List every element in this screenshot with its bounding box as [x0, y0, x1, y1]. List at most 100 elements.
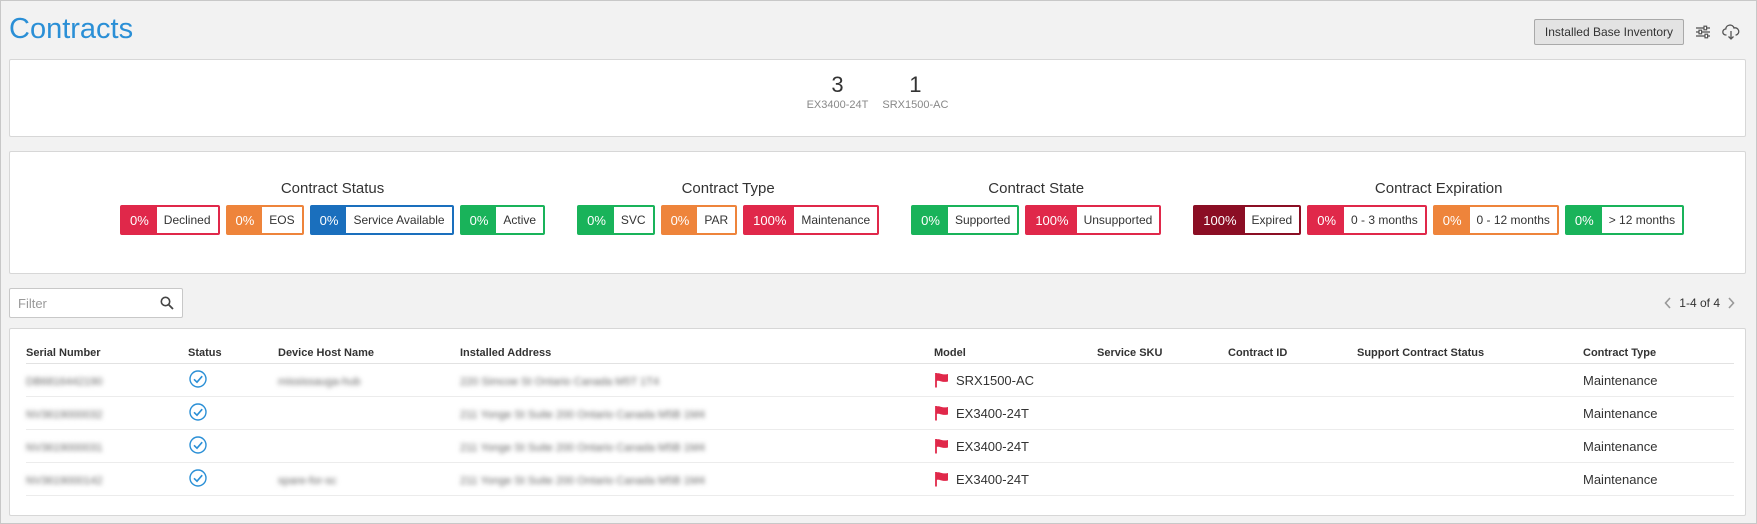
- chevron-left-icon[interactable]: [1663, 297, 1673, 309]
- support-contract-status-cell: [1357, 396, 1583, 430]
- status-filter-pill[interactable]: 0% Declined: [120, 205, 220, 235]
- address-cell: 211 Yonge St Suite 200 Ontario Canada M5…: [460, 396, 934, 430]
- device-host-name: mississauga-hub: [278, 375, 361, 388]
- status-group-title: Contract Expiration: [1374, 180, 1503, 197]
- status-group: Contract Type 0% SVC 0% PAR 100% Maintenance: [577, 180, 880, 235]
- address-cell: 220 Simcoe St Ontario Canada M5T 1T4: [460, 363, 934, 397]
- contract-id-cell: [1228, 462, 1357, 496]
- serial-cell: NV3619000142: [26, 462, 188, 496]
- pill-label: Service Available: [353, 213, 445, 227]
- pill-label: PAR: [704, 213, 729, 227]
- status-group: Contract State 0% Supported 100% Unsupported: [911, 180, 1162, 235]
- status-filter-pill[interactable]: 0% > 12 months: [1564, 205, 1685, 235]
- support-contract-status-cell: [1357, 429, 1583, 463]
- device-summary: 3 EX3400-24T 1 SRX1500-AC: [10, 72, 1745, 111]
- address-cell: 211 Yonge St Suite 200 Ontario Canada M5…: [460, 462, 934, 496]
- status-group-title: Contract Status: [280, 180, 385, 197]
- status-filter-pill[interactable]: 0% SVC: [577, 205, 655, 235]
- filter-input[interactable]: [10, 289, 166, 317]
- contract-id-cell: [1228, 429, 1357, 463]
- column-header[interactable]: Status: [188, 343, 278, 364]
- table-row[interactable]: NV3619000142 spare-for-sc 211 Yonge St Sui…: [26, 462, 1734, 496]
- status-filter-pill[interactable]: 100% Maintenance: [743, 205, 880, 235]
- column-header[interactable]: Model: [934, 343, 1097, 364]
- installed-address: 211 Yonge St Suite 200 Ontario Canada M5…: [460, 408, 706, 421]
- service-sku-cell: [1097, 396, 1228, 430]
- column-header[interactable]: Service SKU: [1097, 343, 1228, 364]
- installed-address: 211 Yonge St Suite 200 Ontario Canada M5…: [460, 441, 706, 454]
- column-header[interactable]: Contract ID: [1228, 343, 1357, 364]
- status-filter-pill[interactable]: 0% Active: [459, 205, 546, 235]
- status-group: Contract Status 0% Declined 0% EOS 0% Service …: [120, 180, 546, 235]
- pagination: 1-4 of 4: [1663, 296, 1736, 310]
- status-filter-pill[interactable]: 100% Expired: [1193, 205, 1302, 235]
- search-icon[interactable]: [160, 296, 174, 310]
- contract-type-cell: Maintenance: [1583, 429, 1734, 463]
- model-cell: SRX1500-AC: [934, 363, 1097, 397]
- status-filter-pill[interactable]: 0% Service Available: [309, 205, 454, 235]
- contracts-table-card: Serial Number Status Device Host Name Insta…: [9, 328, 1746, 516]
- serial-number: NV3619000031: [26, 441, 103, 454]
- status-pills: 0% SVC 0% PAR 100% Maintenance: [577, 205, 880, 235]
- pill-label: > 12 months: [1608, 213, 1676, 227]
- model-name: SRX1500-AC: [956, 372, 1035, 388]
- pill-label: SVC: [620, 213, 646, 227]
- serial-cell: DB6816442190: [26, 363, 188, 397]
- contract-id-cell: [1228, 396, 1357, 430]
- status-group: Contract Expiration 100% Expired 0% 0 - 3 mo…: [1193, 180, 1685, 235]
- service-sku-cell: [1097, 429, 1228, 463]
- status-filter-pill[interactable]: 0% 0 - 12 months: [1432, 205, 1559, 235]
- status-cell: [188, 429, 278, 463]
- host-cell: mississauga-hub: [278, 363, 460, 397]
- model: EX3400-24T: [934, 438, 1097, 454]
- column-header[interactable]: Installed Address: [460, 343, 934, 364]
- pill-percent: 0%: [579, 207, 614, 233]
- pill-percent: 100%: [1195, 207, 1245, 233]
- serial-number: NV3619000032: [26, 408, 103, 421]
- contract-type-cell: Maintenance: [1583, 462, 1734, 496]
- model: EX3400-24T: [934, 471, 1097, 487]
- device-host-name: spare-for-sc: [278, 474, 337, 487]
- column-header[interactable]: Device Host Name: [278, 343, 460, 364]
- status-filter-pill[interactable]: 100% Unsupported: [1025, 205, 1162, 235]
- column-header[interactable]: Contract Type: [1583, 343, 1734, 364]
- check-circle-icon: [188, 402, 208, 422]
- flag-icon: [934, 438, 950, 454]
- pagination-range: 1-4 of 4: [1679, 296, 1720, 310]
- status-cell: [188, 363, 278, 397]
- table-row[interactable]: NV3619000032 211 Yonge St Suite 200 Ontar…: [26, 396, 1734, 430]
- pill-percent: 0%: [227, 207, 263, 233]
- installed-base-inventory-button[interactable]: Installed Base Inventory: [1533, 19, 1684, 45]
- status-filter-pill[interactable]: 0% Supported: [911, 205, 1020, 235]
- chevron-right-icon[interactable]: [1726, 297, 1736, 309]
- pill-label: Expired: [1251, 213, 1293, 227]
- model: EX3400-24T: [934, 405, 1097, 421]
- summary-item-srx1500[interactable]: 1 SRX1500-AC: [882, 72, 948, 111]
- check-circle-icon: [188, 468, 208, 488]
- table-row[interactable]: NV3619000031 211 Yonge St Suite 200 Ontar…: [26, 429, 1734, 463]
- serial-number: DB6816442190: [26, 375, 103, 388]
- pill-label: Supported: [954, 213, 1011, 227]
- pill-percent: 0%: [122, 207, 157, 233]
- flag-icon: [934, 405, 950, 421]
- support-contract-status-cell: [1357, 462, 1583, 496]
- summary-item-ex3400[interactable]: 3 EX3400-24T: [807, 72, 869, 111]
- model-name: EX3400-24T: [956, 438, 1029, 454]
- pill-label: Unsupported: [1083, 213, 1153, 227]
- status-filter-pill[interactable]: 0% PAR: [660, 205, 738, 235]
- status-filter-pill[interactable]: 0% 0 - 3 months: [1307, 205, 1427, 235]
- column-header[interactable]: Support Contract Status: [1357, 343, 1583, 364]
- pill-percent: 0%: [311, 207, 347, 233]
- status-pills: 100% Expired 0% 0 - 3 months 0% 0 - 12 months…: [1193, 205, 1685, 235]
- service-sku-cell: [1097, 363, 1228, 397]
- model-cell: EX3400-24T: [934, 429, 1097, 463]
- contract-status-card: Contract Status 0% Declined 0% EOS 0% Service …: [9, 151, 1746, 274]
- cloud-download-icon[interactable]: [1722, 23, 1740, 41]
- table-row[interactable]: DB6816442190 mississauga-hub 220 Simcoe St…: [26, 363, 1734, 397]
- column-header[interactable]: Serial Number: [26, 343, 188, 364]
- status-group-title: Contract Type: [681, 180, 775, 197]
- sliders-icon[interactable]: [1694, 23, 1712, 41]
- model-name: EX3400-24T: [956, 405, 1029, 421]
- status-filter-pill[interactable]: 0% EOS: [225, 205, 304, 235]
- model: SRX1500-AC: [934, 372, 1097, 388]
